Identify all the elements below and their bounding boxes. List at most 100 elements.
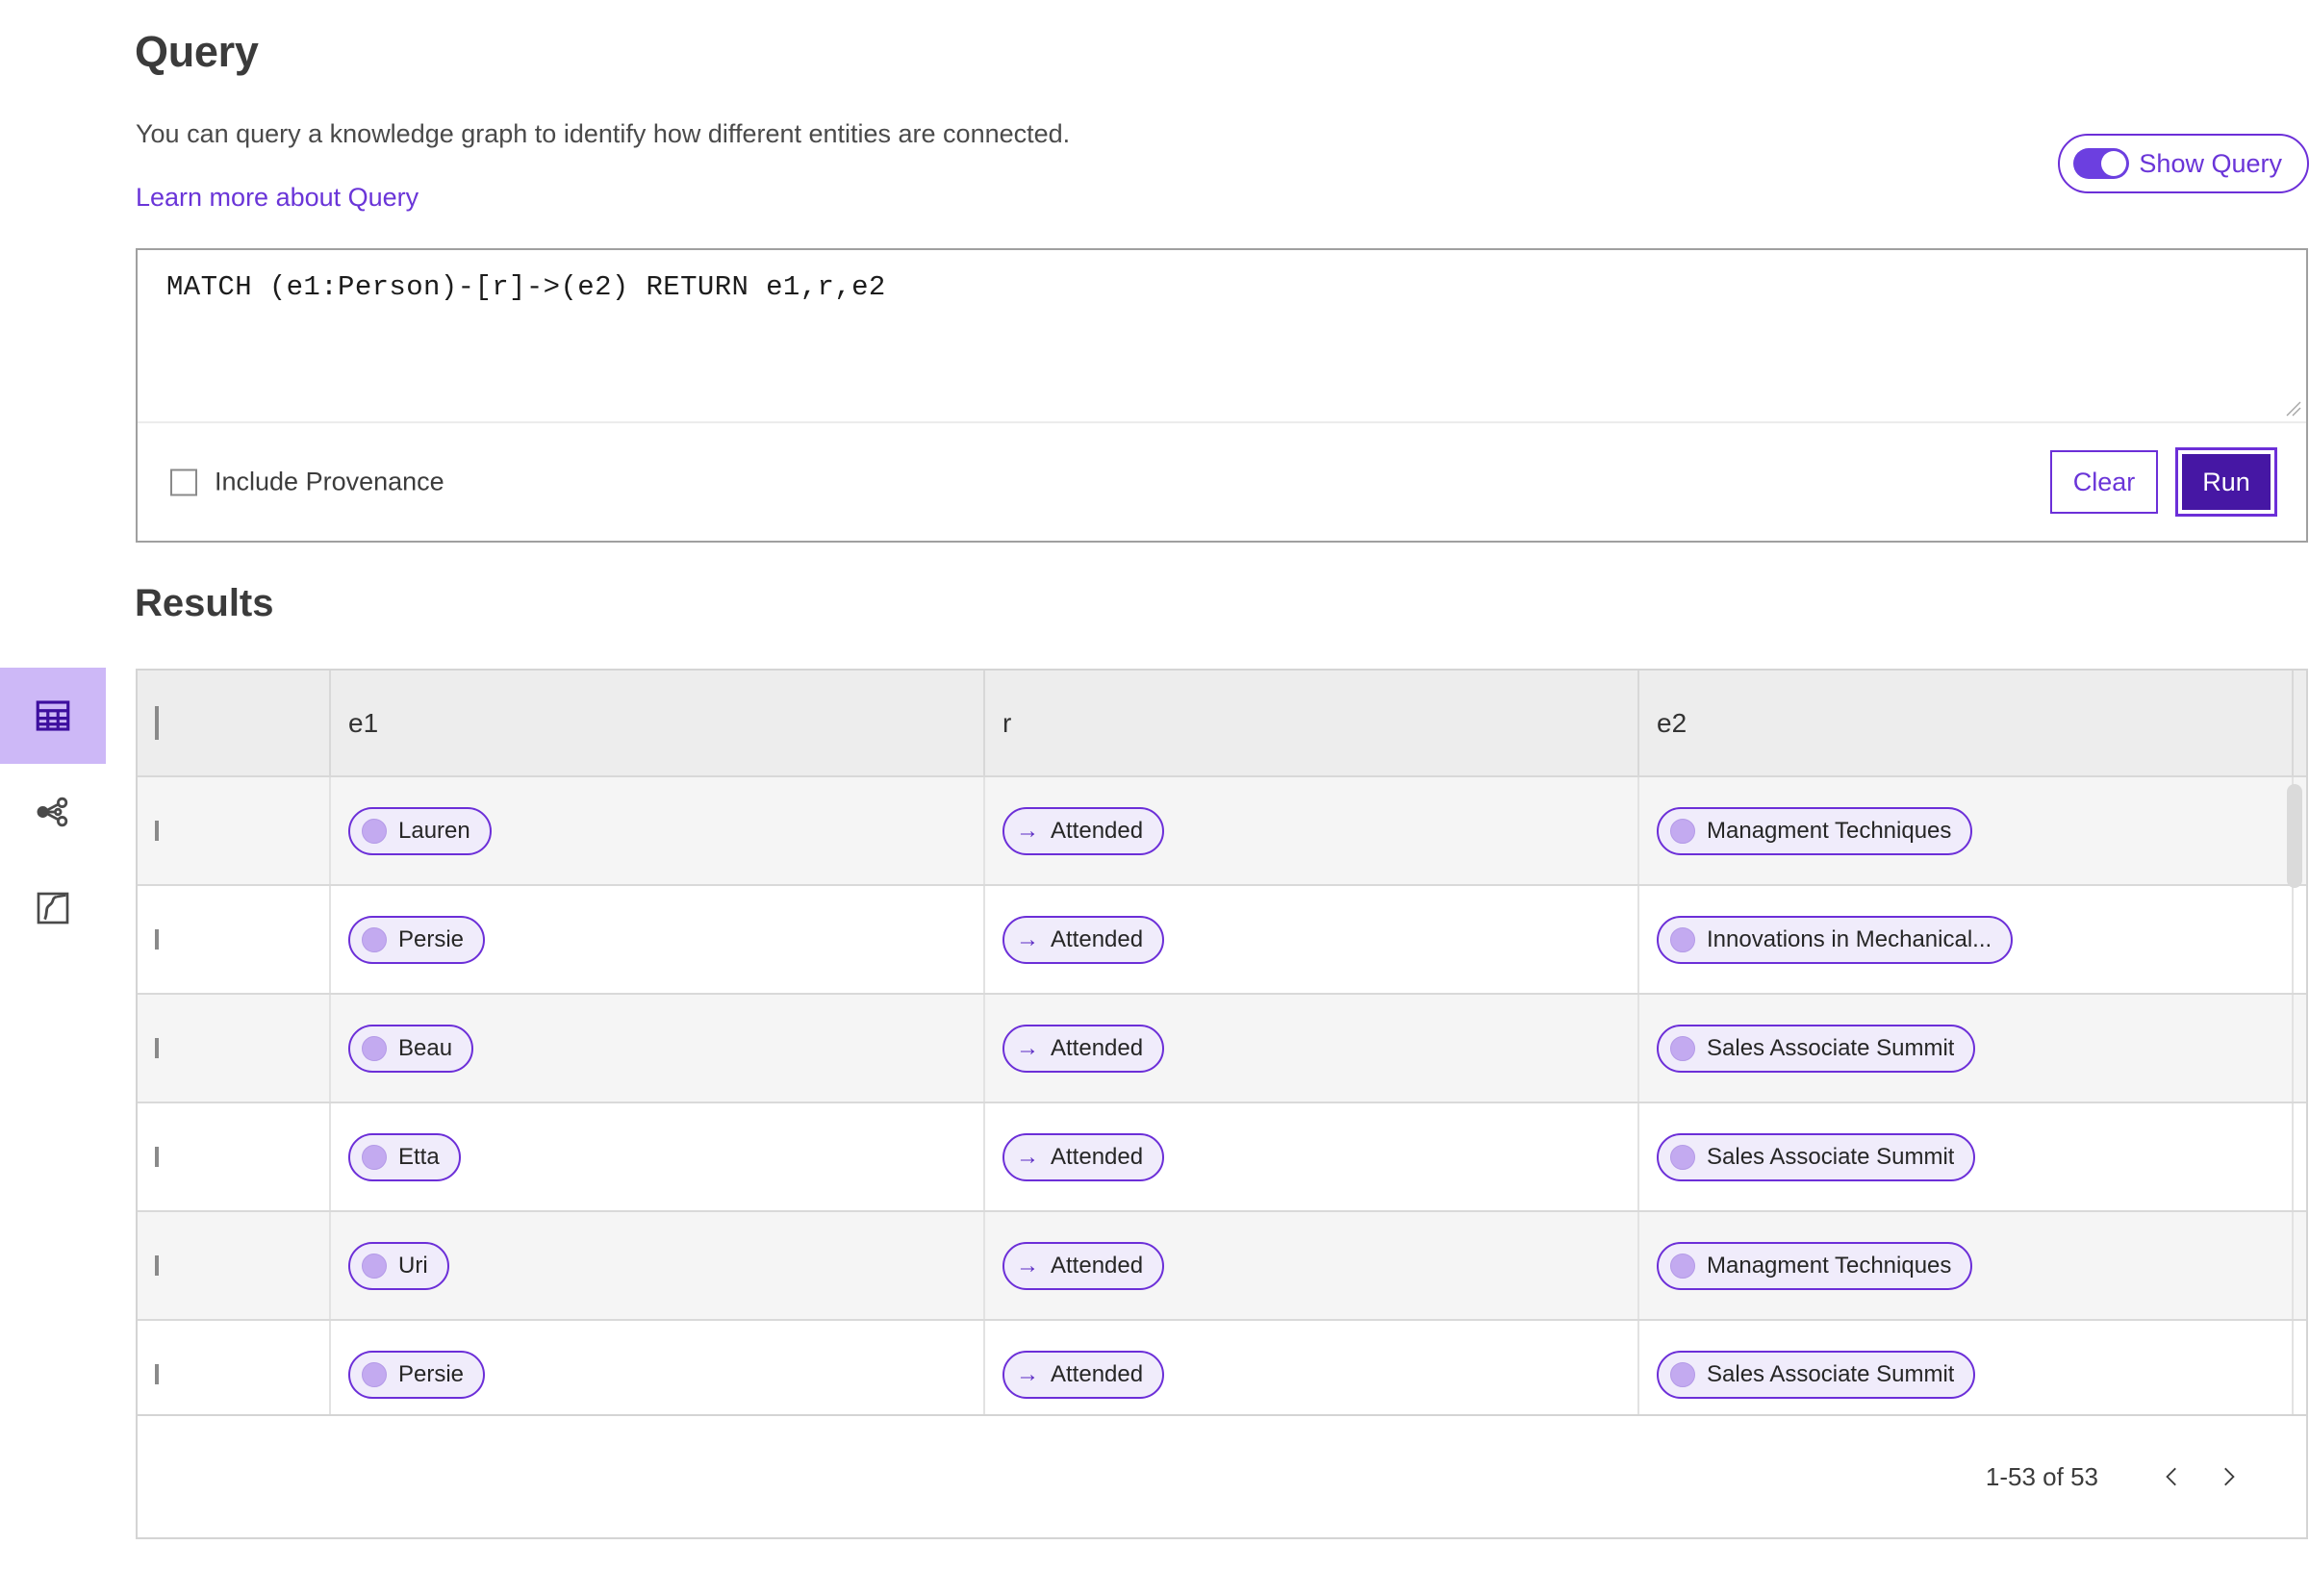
query-button-group: Clear Run [2050,447,2277,517]
relation-chip[interactable]: → Attended [1002,1024,1165,1073]
chip-label: Persie [398,1360,465,1387]
entity-chip[interactable]: Sales Associate Summit [1657,1350,1976,1399]
chevron-left-icon [2160,1464,2185,1489]
include-provenance-checkbox[interactable]: Include Provenance [170,468,444,497]
chip-label: Attended [1051,817,1144,844]
select-all-header [138,671,331,777]
chevron-right-icon [2216,1464,2241,1489]
sidebar-item-table-view[interactable] [0,668,106,764]
cell-e2: Sales Associate Summit [1638,1102,2294,1212]
results-table-scroll[interactable]: e1 r e2 Lauren → Attended Managment Techniq… [138,671,2306,1416]
arrow-right-icon: → [1016,1143,1039,1170]
column-header-e2[interactable]: e2 [1638,671,2294,777]
row-checkbox[interactable] [155,928,159,950]
table-row[interactable]: Beau → Attended Sales Associate Summit [138,994,2306,1103]
learn-more-link[interactable]: Learn more about Query [136,183,419,213]
entity-chip[interactable]: Managment Techniques [1657,1241,1973,1290]
select-all-checkbox[interactable] [155,705,159,740]
entity-chip[interactable]: Lauren [348,806,492,855]
pagination-prev-button[interactable] [2144,1449,2200,1505]
chip-label: Sales Associate Summit [1707,1360,1955,1387]
entity-chip[interactable]: Persie [348,1350,486,1399]
row-checkbox[interactable] [155,1254,159,1276]
entity-dot-icon [1670,1253,1695,1279]
chip-label: Attended [1051,1034,1144,1061]
toggle-switch[interactable] [2073,148,2130,179]
query-actions: Include Provenance Clear Run [138,423,2306,541]
clear-button[interactable]: Clear [2050,450,2158,514]
entity-dot-icon [362,1035,387,1061]
query-page: Query You can query a knowledge graph to… [135,0,2309,1596]
sidebar-item-graph-view[interactable] [0,764,106,860]
table-row[interactable]: Persie → Attended Innovations in Mechanical… [138,885,2306,995]
cell-r: → Attended [984,1320,1639,1416]
chip-label: Lauren [398,817,470,844]
resize-handle-icon[interactable] [2281,396,2302,418]
entity-chip[interactable]: Etta [348,1132,461,1181]
cell-e2: Managment Techniques [1638,1211,2294,1321]
entity-dot-icon [1670,1144,1695,1170]
results-table-body: Lauren → Attended Managment Techniques Persi… [138,776,2306,1416]
results-vertical-scrollbar[interactable] [2287,784,2302,1416]
results-table-head: e1 r e2 [138,671,2306,777]
entity-dot-icon [362,926,387,952]
entity-chip[interactable]: Sales Associate Summit [1657,1132,1976,1181]
table-row[interactable]: Uri → Attended Managment Techniques [138,1211,2306,1321]
row-select-cell [138,994,331,1103]
row-checkbox[interactable] [155,1363,159,1384]
show-query-toggle[interactable]: Show Query [2058,134,2309,193]
entity-chip[interactable]: Uri [348,1241,449,1290]
row-select-cell [138,1320,331,1416]
entity-chip[interactable]: Beau [348,1024,474,1073]
scrollbar-thumb[interactable] [2287,784,2302,888]
table-header-row: e1 r e2 [138,671,2306,777]
run-button[interactable]: Run [2182,454,2271,510]
chip-label: Persie [398,925,465,952]
sidebar-item-map-view[interactable] [0,860,106,956]
column-header-e1[interactable]: e1 [330,671,985,777]
entity-chip[interactable]: Managment Techniques [1657,806,1973,855]
cell-r: → Attended [984,1102,1639,1212]
table-row[interactable]: Etta → Attended Sales Associate Summit [138,1102,2306,1212]
cell-e1: Persie [330,1320,985,1416]
cell-e2: Innovations in Mechanical... [1638,885,2294,995]
row-checkbox[interactable] [155,1037,159,1058]
map-path-icon [34,889,72,927]
chip-label: Attended [1051,1143,1144,1170]
entity-chip[interactable]: Innovations in Mechanical... [1657,915,2014,964]
row-checkbox[interactable] [155,1146,159,1167]
results-title: Results [135,582,274,624]
checkbox-box[interactable] [170,469,197,495]
pagination-next-button[interactable] [2200,1449,2256,1505]
row-checkbox[interactable] [155,820,159,841]
query-text[interactable]: MATCH (e1:Person)-[r]->(e2) RETURN e1,r,… [166,271,2277,303]
entity-dot-icon [362,818,387,844]
row-select-cell [138,1102,331,1212]
cell-e2: Managment Techniques [1638,776,2294,886]
chip-label: Attended [1051,925,1144,952]
relation-chip[interactable]: → Attended [1002,1350,1165,1399]
chip-label: Attended [1051,1252,1144,1279]
query-editor[interactable]: MATCH (e1:Person)-[r]->(e2) RETURN e1,r,… [138,250,2306,423]
entity-dot-icon [362,1253,387,1279]
cell-r: → Attended [984,994,1639,1103]
column-header-r[interactable]: r [984,671,1639,777]
chip-label: Uri [398,1252,428,1279]
relation-chip[interactable]: → Attended [1002,1241,1165,1290]
entity-chip[interactable]: Sales Associate Summit [1657,1024,1976,1073]
cell-e1: Uri [330,1211,985,1321]
row-select-cell [138,1211,331,1321]
arrow-right-icon: → [1016,1252,1039,1279]
chip-label: Etta [398,1143,440,1170]
table-row[interactable]: Lauren → Attended Managment Techniques [138,776,2306,886]
results-table: e1 r e2 Lauren → Attended Managment Techniq… [138,671,2306,1416]
relation-chip[interactable]: → Attended [1002,915,1165,964]
chip-label: Managment Techniques [1707,817,1952,844]
relation-chip[interactable]: → Attended [1002,806,1165,855]
table-row[interactable]: Persie → Attended Sales Associate Summit [138,1320,2306,1416]
cell-e2: Sales Associate Summit [1638,1320,2294,1416]
entity-chip[interactable]: Persie [348,915,486,964]
cell-e1: Etta [330,1102,985,1212]
relation-chip[interactable]: → Attended [1002,1132,1165,1181]
entity-dot-icon [362,1144,387,1170]
